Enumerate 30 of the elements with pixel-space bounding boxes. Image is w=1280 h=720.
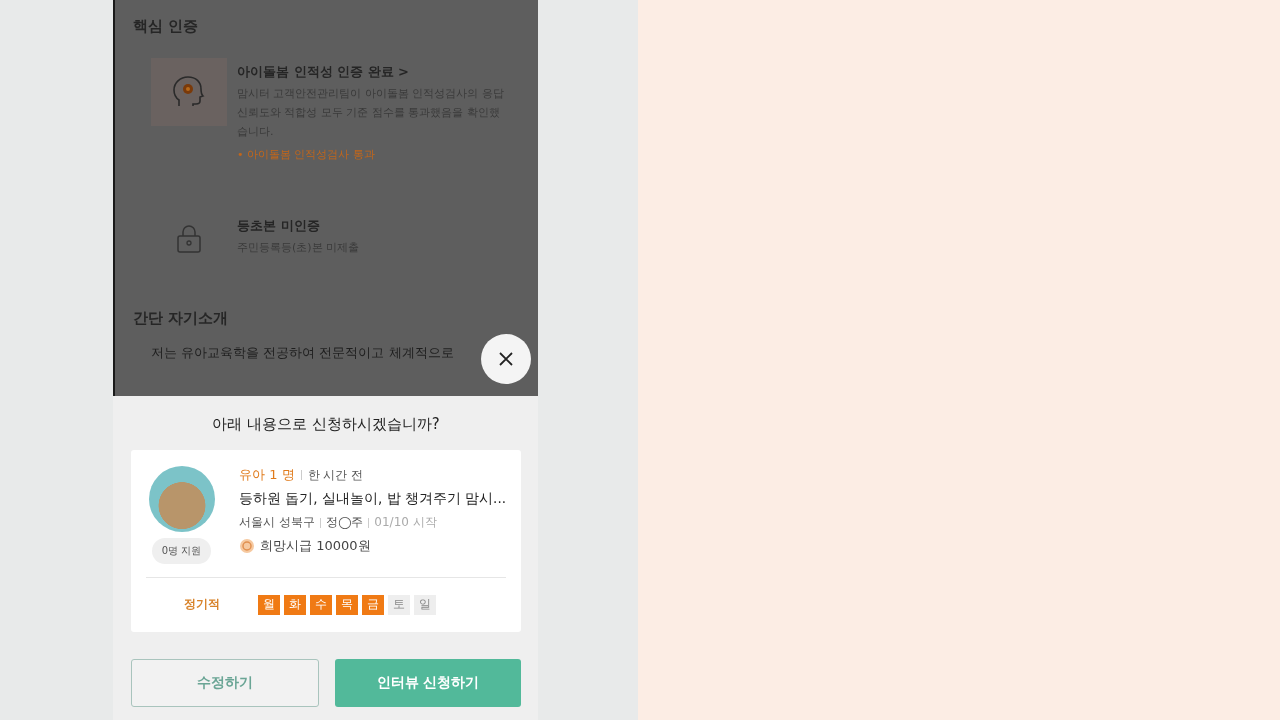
weekday-chip: 수 [310, 594, 332, 615]
cert-badge-text: • 아이돌봄 인적성검사 통과 [237, 147, 376, 162]
edit-button[interactable]: 수정하기 [131, 659, 319, 707]
posted-time: 한 시간 전 [307, 466, 364, 484]
weekday-chip: 일 [414, 594, 436, 615]
weekday-chip: 월 [258, 594, 280, 615]
hourly-wage: 희망시급 10000원 [260, 537, 371, 555]
weekday-chip: 금 [362, 594, 384, 615]
section-title: 간단 자기소개 [133, 308, 230, 328]
lock-icon [175, 224, 203, 254]
cert-title: 아이돌봄 인적성 인증 완료 > [237, 63, 410, 81]
job-summary: 등하원 돕기, 실내놀이, 밥 챙겨주기 맘시... [239, 490, 506, 508]
start-date: 01/10 시작 [374, 514, 437, 531]
weekday-chip: 토 [388, 594, 410, 615]
children-count: 유아 1 명 [239, 466, 295, 484]
location-text: 서울시 성북구 [239, 514, 315, 531]
coin-icon [239, 538, 256, 554]
section-title: 핵심 인증 [133, 16, 200, 36]
intro-text: 저는 유아교육학을 전공하여 전문적이고 체계적으로 [151, 344, 454, 362]
weekday-chip: 화 [284, 594, 306, 615]
cert-title: 등초본 미인증 [237, 217, 321, 235]
confirm-question: 아래 내용으로 신청하시겠습니까? [211, 415, 441, 435]
head-gear-icon [151, 58, 227, 126]
schedule-type: 정기적 [183, 596, 221, 613]
parent-name: 정◯주 [325, 514, 364, 531]
weekday-chip: 목 [336, 594, 358, 615]
close-button[interactable] [481, 334, 531, 384]
close-icon [498, 351, 514, 367]
applicant-count: 0명 지원 [151, 538, 212, 564]
apply-interview-button[interactable]: 인터뷰 신청하기 [335, 659, 521, 707]
